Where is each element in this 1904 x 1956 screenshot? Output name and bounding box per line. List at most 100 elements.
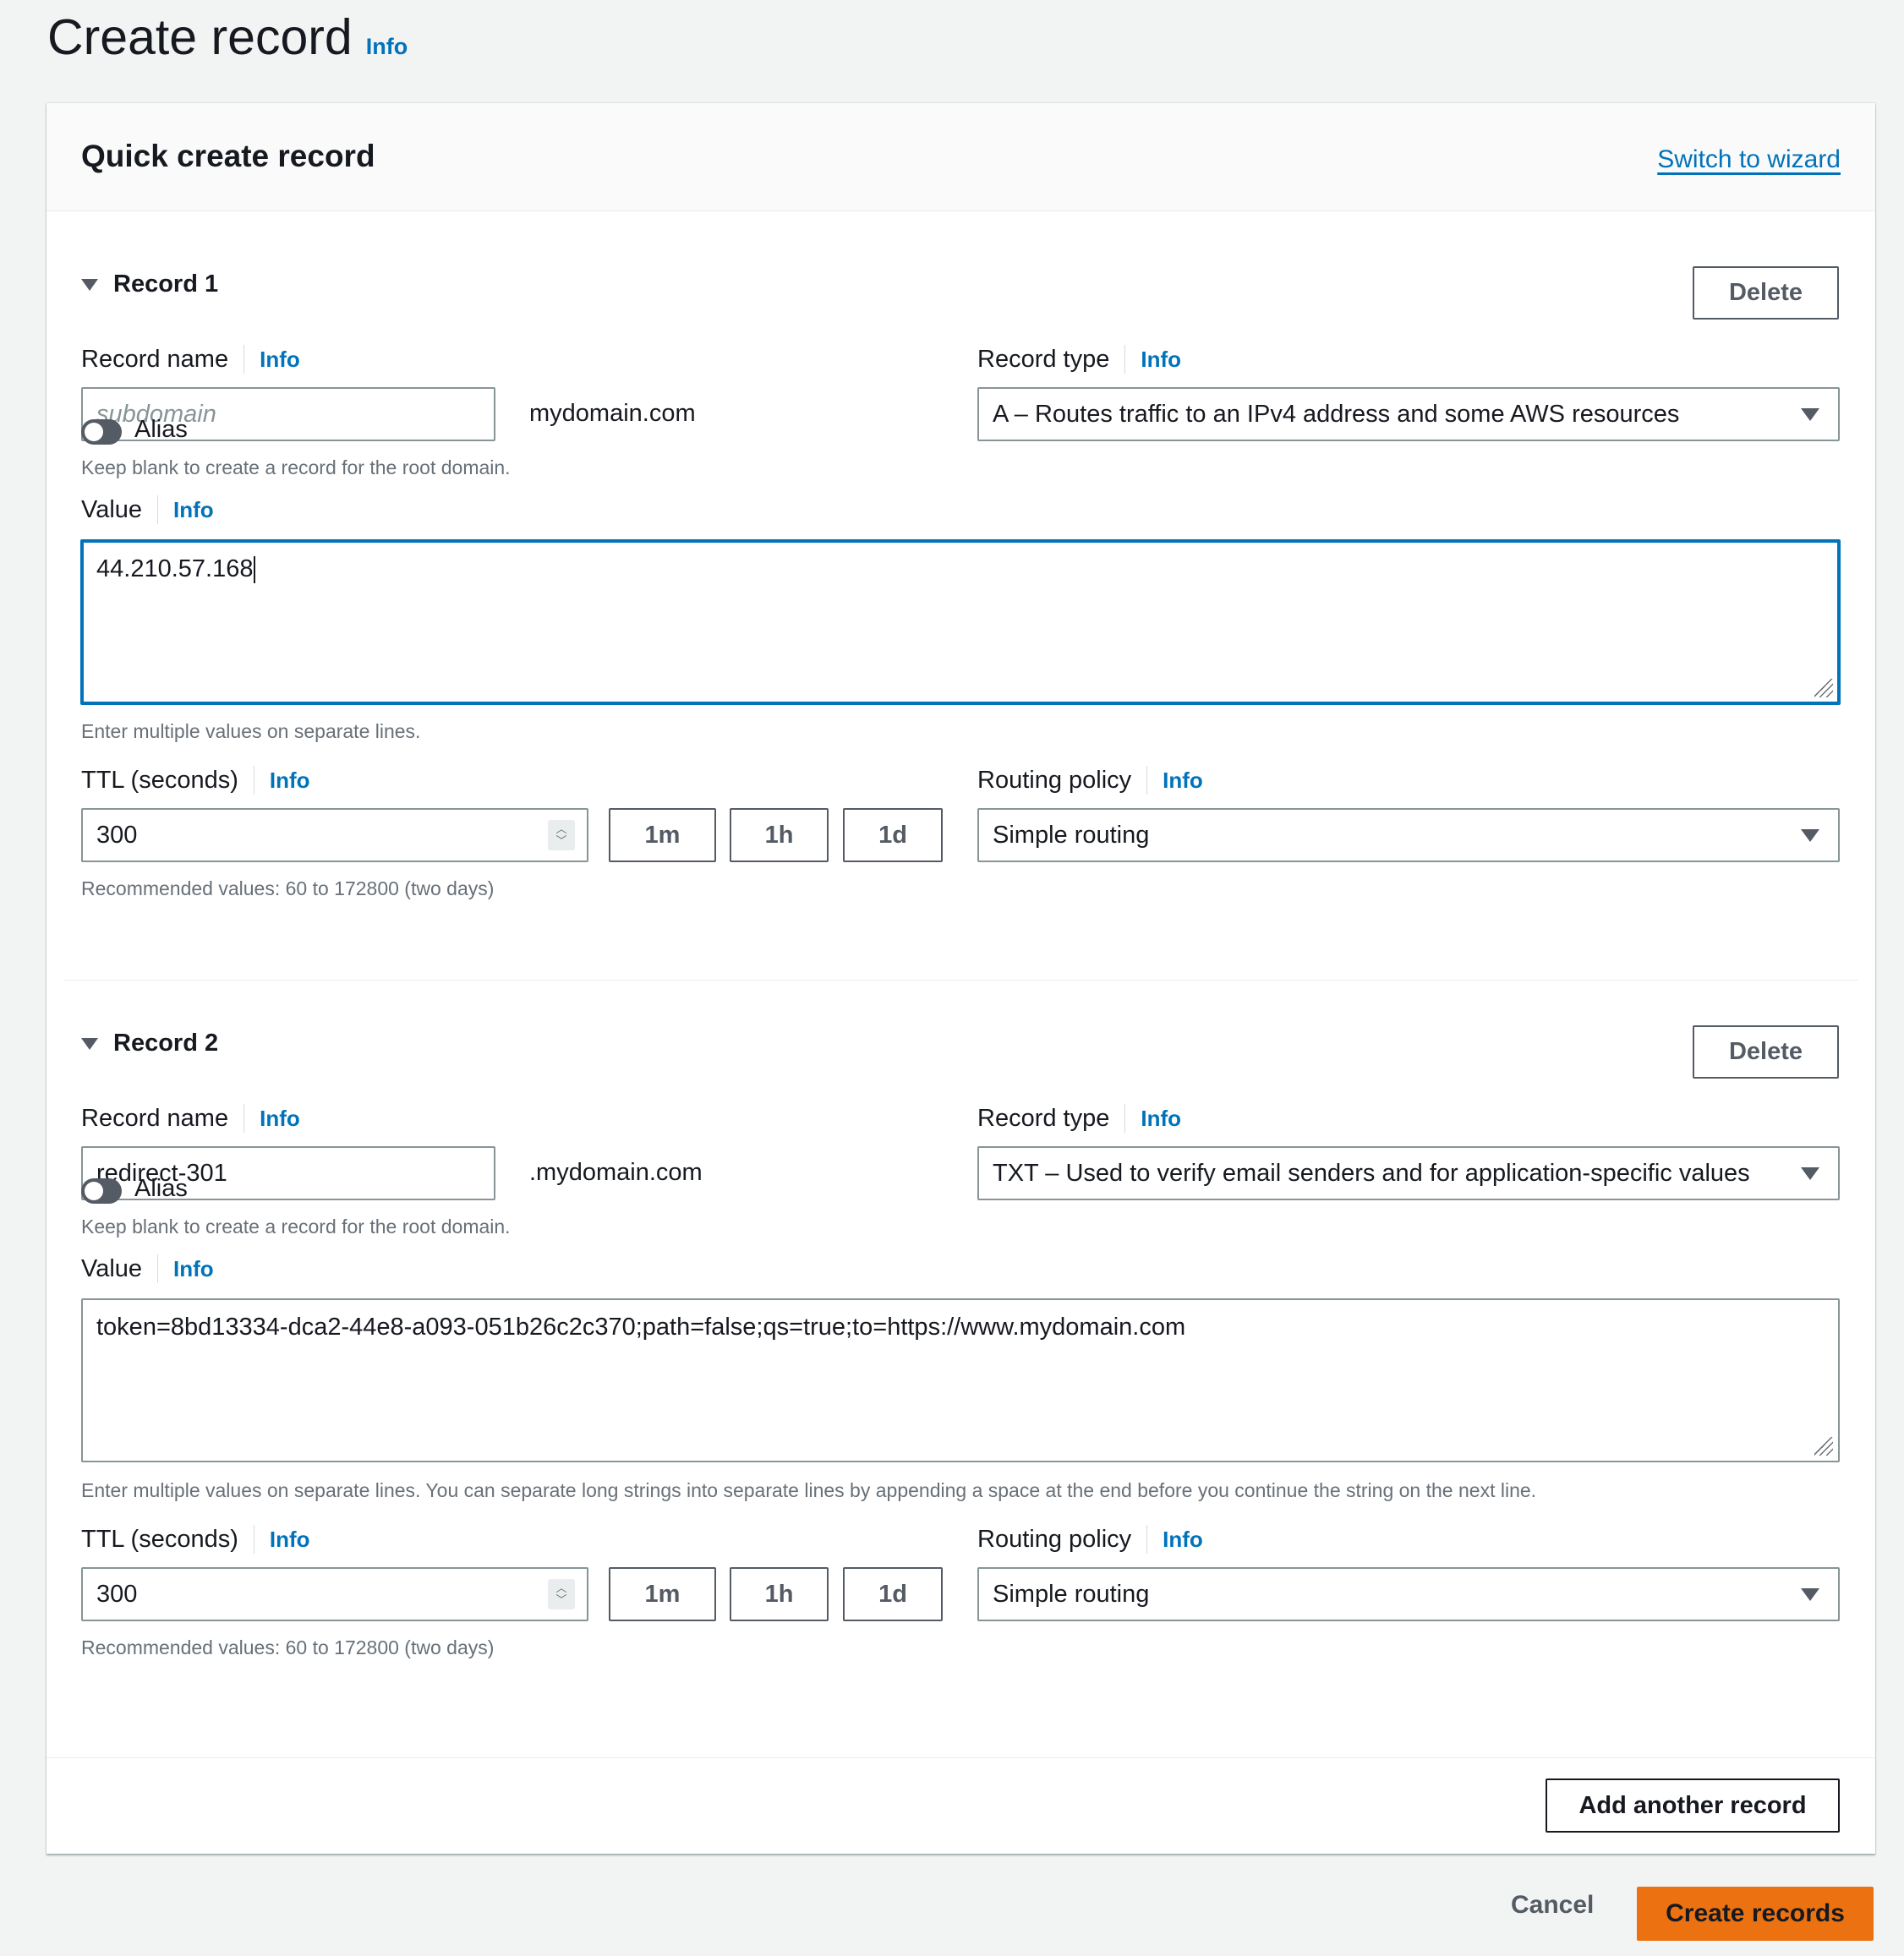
record-divider [63,980,1858,981]
label-separator [243,1104,245,1133]
record-1-routing-label: Routing policy Info [977,766,1203,795]
triangle-down-icon [1801,829,1819,842]
record-1-type-select[interactable]: A – Routes traffic to an IPv4 address an… [977,387,1840,441]
triangle-down-icon [1801,1588,1819,1601]
caret-down-icon [81,1037,98,1050]
record-2-routing-label: Routing policy Info [977,1525,1203,1554]
label-separator [1146,766,1148,795]
record-name-info-link[interactable]: Info [260,347,300,373]
add-another-record-button[interactable]: Add another record [1546,1778,1840,1833]
label-separator [243,345,245,374]
record-1-type-label: Record type Info [977,345,1181,374]
ttl-1m-button[interactable]: 1m [609,808,716,862]
record-2-ttl-value: 300 [96,1580,138,1608]
caret-down-icon [81,278,98,291]
ttl-info-link[interactable]: Info [270,1527,310,1553]
record-2-type-label: Record type Info [977,1104,1181,1133]
record-2-value-hint: Enter multiple values on separate lines.… [81,1479,1537,1501]
record-2-value-textarea[interactable]: token=8bd13334-dca2-44e8-a093-051b26c2c3… [81,1298,1840,1462]
record-type-info-link[interactable]: Info [1141,347,1181,373]
record-1-value-text: 44.210.57.168 [96,555,254,582]
record-1-type-value: A – Routes traffic to an IPv4 address an… [993,400,1680,428]
resize-handle-icon[interactable] [1814,1437,1833,1456]
chevron-up-down-icon[interactable]: ︿ ﹀ [548,1579,575,1609]
record-2-heading: Record 2 [113,1030,219,1057]
ttl-label-text: TTL (seconds) [81,1525,238,1553]
record-1-value-textarea[interactable]: 44.210.57.168 [80,539,1841,705]
label-separator [157,1254,159,1283]
ttl-1d-button[interactable]: 1d [843,808,943,862]
page-info-link[interactable]: Info [366,34,408,60]
value-label-text: Value [81,1254,143,1282]
record-1-ttl-hint: Recommended values: 60 to 172800 (two da… [81,877,495,899]
record-2-alias-toggle[interactable] [81,1178,122,1204]
record-1-name-hint: Keep blank to create a record for the ro… [81,456,511,478]
quick-create-panel: Quick create record Switch to wizard Rec… [47,103,1875,1854]
ttl-info-link[interactable]: Info [270,768,310,794]
label-separator [157,495,159,524]
record-type-label-text: Record type [977,345,1110,373]
record-1-value-label: Value Info [81,495,214,524]
record-name-info-link[interactable]: Info [260,1106,300,1132]
page-title-text: Create record [47,9,353,65]
record-2-routing-select[interactable]: Simple routing [977,1567,1840,1621]
record-2-name-label: Record name Info [81,1104,300,1133]
record-2-type-value: TXT – Used to verify email senders and f… [993,1159,1750,1187]
record-1-toggle[interactable]: Record 1 [81,270,218,298]
ttl-1m-button[interactable]: 1m [609,1567,716,1621]
label-separator [1124,1104,1126,1133]
record-2-routing-value: Simple routing [993,1580,1150,1608]
ttl-1h-button[interactable]: 1h [730,808,829,862]
panel-footer: Add another record [47,1757,1875,1854]
record-1-routing-select[interactable]: Simple routing [977,808,1840,862]
record-type-label-text: Record type [977,1104,1110,1132]
resize-handle-icon[interactable] [1814,679,1833,697]
record-type-info-link[interactable]: Info [1141,1106,1181,1132]
toggle-knob [85,1182,103,1200]
page-title: Create record Info [47,8,408,66]
record-1-ttl-label: TTL (seconds) Info [81,766,310,795]
value-info-link[interactable]: Info [173,497,214,523]
delete-record-1-button[interactable]: Delete [1693,266,1839,320]
ttl-1h-button[interactable]: 1h [730,1567,829,1621]
label-separator [1124,345,1126,374]
record-1-alias-toggle[interactable] [81,419,122,445]
routing-info-link[interactable]: Info [1163,1527,1203,1553]
record-2-toggle[interactable]: Record 2 [81,1030,218,1057]
record-1-domain-suffix: mydomain.com [529,400,696,427]
routing-info-link[interactable]: Info [1163,768,1203,794]
triangle-down-icon [1801,1167,1819,1180]
record-2-name-hint: Keep blank to create a record for the ro… [81,1216,511,1238]
record-1: Record 1 Delete Record name Info subdoma… [47,254,1875,899]
panel-header: Quick create record Switch to wizard [47,103,1875,211]
record-1-ttl-input[interactable]: 300 ︿ ﹀ [81,808,588,862]
record-1-heading: Record 1 [113,270,219,298]
cancel-button[interactable]: Cancel [1511,1891,1594,1920]
ttl-1d-button[interactable]: 1d [843,1567,943,1621]
routing-label-text: Routing policy [977,766,1132,794]
record-1-value-hint: Enter multiple values on separate lines. [81,720,421,742]
create-records-button[interactable]: Create records [1637,1887,1874,1941]
switch-to-wizard-link[interactable]: Switch to wizard [1657,145,1841,174]
routing-label-text: Routing policy [977,1525,1132,1553]
record-2-type-select[interactable]: TXT – Used to verify email senders and f… [977,1146,1840,1200]
record-2-value-text: token=8bd13334-dca2-44e8-a093-051b26c2c3… [96,1314,1186,1341]
value-info-link[interactable]: Info [173,1256,214,1282]
record-2: Record 2 Delete Record name Info redirec… [47,1013,1875,1658]
label-separator [1146,1525,1148,1554]
text-cursor [254,556,256,584]
record-2-domain-suffix: .mydomain.com [529,1159,703,1186]
toggle-knob [85,423,103,441]
delete-record-2-button[interactable]: Delete [1693,1025,1839,1079]
record-name-label-text: Record name [81,345,229,373]
chevron-up-down-icon[interactable]: ︿ ﹀ [548,820,575,850]
record-1-alias-label: Alias [134,416,188,443]
triangle-down-icon [1801,408,1819,421]
record-2-ttl-label: TTL (seconds) Info [81,1525,310,1554]
record-1-routing-value: Simple routing [993,821,1150,849]
value-label-text: Value [81,495,143,523]
record-name-label-text: Record name [81,1104,229,1132]
ttl-label-text: TTL (seconds) [81,766,238,794]
record-2-ttl-input[interactable]: 300 ︿ ﹀ [81,1567,588,1621]
record-1-ttl-value: 300 [96,821,138,849]
